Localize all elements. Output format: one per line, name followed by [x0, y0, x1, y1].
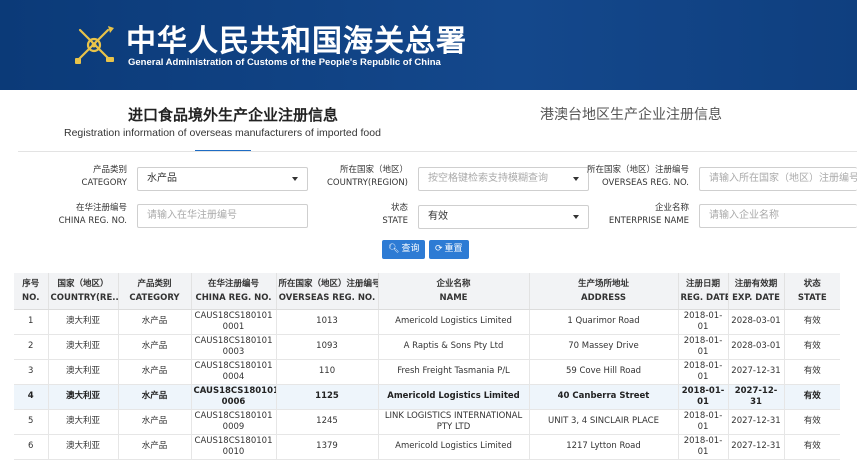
country-select[interactable]: 按空格键检索支持模糊查询	[418, 167, 589, 191]
table-row[interactable]: 3 澳大利亚 水产品 CAUS18CS180101 0004 110 Fresh Frei…	[14, 359, 840, 385]
chevron-down-icon	[573, 177, 579, 181]
search-icon: 🔍︎	[388, 244, 400, 254]
table-row[interactable]: 2 澳大利亚 水产品 CAUS18CS180101 0003 1093 A Raptis …	[14, 334, 840, 360]
tab-overseas-manufacturers[interactable]: 进口食品境外生产企业注册信息 Registration information …	[64, 100, 384, 150]
site-subtitle: General Administration of Customs of the…	[128, 57, 441, 68]
tab-label-cn: 进口食品境外生产企业注册信息	[128, 106, 339, 124]
col-header-exp-date: 注册有效期 EXP. DATE	[728, 273, 785, 310]
col-header-address: 生产场所地址 ADDRESS	[529, 273, 679, 310]
overseas-reg-input[interactable]: 请输入所在国家（地区）注册编号	[699, 167, 857, 191]
search-button[interactable]: 🔍︎ 查询	[382, 240, 426, 259]
state-label: 状态 STATE	[382, 203, 408, 226]
china-reg-input[interactable]: 请输入在华注册编号	[137, 204, 308, 228]
col-header-no: 序号 NO.	[14, 273, 49, 310]
results-table: 序号 NO. 国家（地区） COUNTRY(RE... 产品类别 CATEGORY 在…	[14, 273, 840, 460]
tab-label-en: Registration information of overseas man…	[64, 127, 381, 139]
col-header-overseas-reg: 所在国家（地区）注册编号 OVERSEAS REG. NO.	[276, 273, 379, 310]
category-label: 产品类别 CATEGORY	[81, 165, 127, 188]
customs-emblem-icon	[75, 26, 114, 64]
table-row-highlighted[interactable]: 4 澳大利亚 水产品 CAUS18CS180101 0006 1125 Americold…	[14, 384, 840, 410]
tab-divider	[18, 151, 857, 152]
refresh-icon: ⟳	[435, 244, 443, 254]
chevron-down-icon	[292, 177, 298, 181]
col-header-state: 状态 STATE	[784, 273, 840, 310]
col-header-country: 国家（地区） COUNTRY(RE...	[48, 273, 119, 310]
site-title: 中华人民共和国海关总署	[126, 24, 467, 59]
col-header-category: 产品类别 CATEGORY	[118, 273, 192, 310]
col-header-name: 企业名称 NAME	[378, 273, 530, 310]
overseas-reg-label: 所在国家（地区）注册编号 OVERSEAS REG. NO.	[586, 165, 689, 188]
state-select[interactable]: 有效	[418, 205, 589, 229]
china-reg-label: 在华注册编号 CHINA REG. NO.	[58, 203, 127, 226]
col-header-reg-date: 注册日期 REG. DATE	[678, 273, 729, 310]
table-row[interactable]: 6 澳大利亚 水产品 CAUS18CS180101 0010 1379 Americold…	[14, 434, 840, 460]
table-row[interactable]: 1 澳大利亚 水产品 CAUS18CS180101 0001 1013 Americold…	[14, 309, 840, 335]
tab-hk-macao-taiwan[interactable]: 港澳台地区生产企业注册信息	[540, 104, 722, 124]
country-label: 所在国家（地区） COUNTRY(REGION)	[326, 165, 408, 188]
category-select[interactable]: 水产品	[137, 167, 308, 191]
table-header-row: 序号 NO. 国家（地区） COUNTRY(RE... 产品类别 CATEGORY 在…	[14, 273, 840, 310]
site-header: 中华人民共和国海关总署 General Administration of Cu…	[0, 0, 857, 90]
col-header-china-reg: 在华注册编号 CHINA REG. NO.	[191, 273, 277, 310]
enterprise-input[interactable]: 请输入企业名称	[699, 204, 857, 228]
enterprise-label: 企业名称 ENTERPRISE NAME	[608, 203, 689, 226]
table-row[interactable]: 5 澳大利亚 水产品 CAUS18CS180101 0009 1245 LINK LOGI…	[14, 409, 840, 435]
reset-button[interactable]: ⟳ 重置	[429, 240, 469, 259]
chevron-down-icon	[573, 215, 579, 219]
